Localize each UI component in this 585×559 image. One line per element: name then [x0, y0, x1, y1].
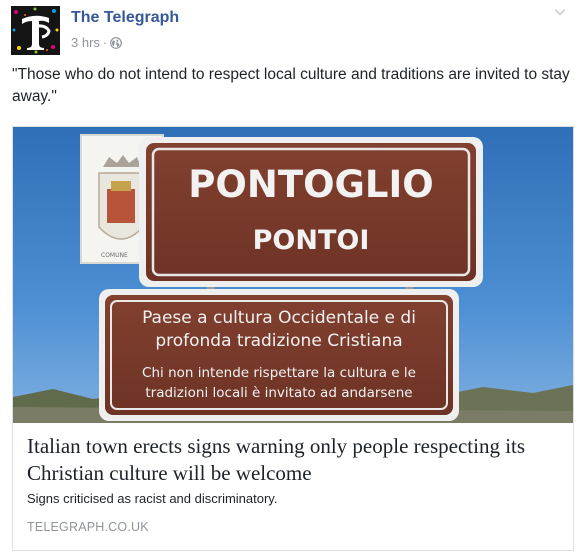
post-meta: 3 hrs ·	[71, 34, 123, 52]
post-timestamp[interactable]: 3 hrs	[71, 34, 100, 52]
facebook-post: The Telegraph 3 hrs · "Those who do not …	[0, 0, 585, 559]
sign-sub-line-3: Chi non intende rispettare la cultura e …	[142, 365, 416, 381]
page-avatar[interactable]	[11, 6, 60, 55]
link-title[interactable]: Italian town erects signs warning only p…	[27, 433, 563, 487]
sign-sub-line-1: Paese a cultura Occidentale e di	[142, 308, 416, 328]
link-domain: TELEGRAPH.CO.UK	[27, 520, 149, 534]
link-preview-card[interactable]: COMUNE PONTOGLIO PONTOI Paese a cultura …	[12, 126, 574, 551]
sign-sub-line-4: tradizioni locali è invitato ad andarsen…	[145, 385, 412, 401]
post-message: "Those who do not intend to respect loca…	[12, 66, 570, 105]
globe-icon[interactable]	[110, 37, 123, 49]
telegraph-logo-icon	[11, 6, 60, 55]
chevron-down-icon[interactable]	[552, 4, 568, 20]
link-preview-image[interactable]: COMUNE PONTOGLIO PONTOI Paese a cultura …	[13, 127, 573, 423]
link-description: Signs criticised as racist and discrimin…	[27, 491, 278, 506]
road-sign-photo: COMUNE PONTOGLIO PONTOI Paese a cultura …	[13, 127, 573, 423]
sign-town-name: PONTOGLIO	[188, 163, 433, 206]
sign-dialect-name: PONTOI	[253, 225, 370, 256]
page-name-link[interactable]: The Telegraph	[71, 8, 179, 28]
meta-separator: ·	[102, 35, 108, 50]
svg-text:COMUNE: COMUNE	[101, 252, 128, 259]
sign-sub-line-2: profonda tradizione Cristiana	[155, 331, 402, 351]
